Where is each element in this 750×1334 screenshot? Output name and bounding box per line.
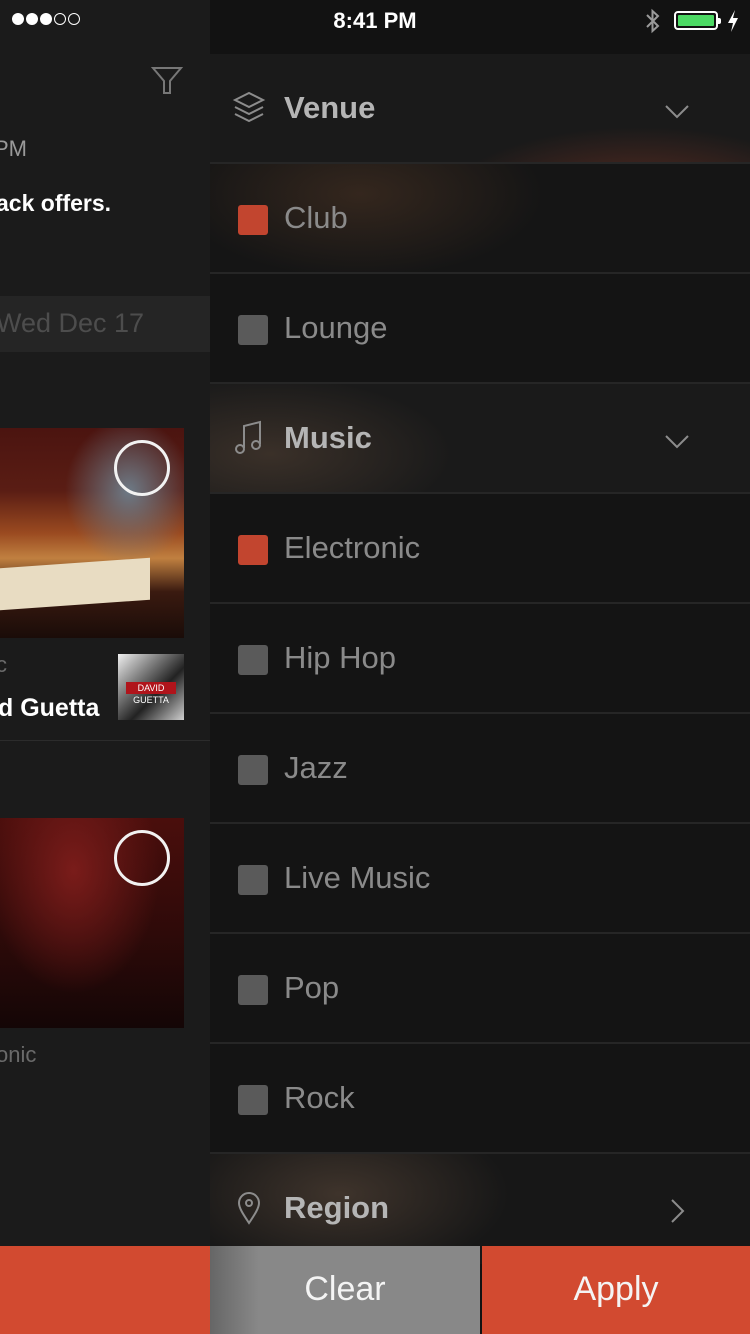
chevron-down-icon[interactable] xyxy=(664,428,690,454)
filter-option-lounge[interactable]: Lounge xyxy=(210,274,750,384)
checkbox[interactable] xyxy=(238,865,268,895)
artist-thumbnail[interactable]: DAVID GUETTA xyxy=(118,654,184,720)
bluetooth-icon xyxy=(646,8,660,34)
location-pin-icon xyxy=(237,1192,261,1225)
filter-option-rock[interactable]: Rock xyxy=(210,1044,750,1154)
checkbox[interactable] xyxy=(238,975,268,1005)
status-bar: 8:41 PM xyxy=(0,0,750,40)
filter-icon[interactable] xyxy=(150,64,184,98)
chevron-right-icon[interactable] xyxy=(664,1198,690,1224)
feed-footer-bar xyxy=(0,1246,210,1334)
apply-button[interactable]: Apply xyxy=(482,1246,750,1334)
date-section-header: Wed Dec 17 xyxy=(0,296,210,352)
select-circle-icon[interactable] xyxy=(114,440,170,496)
option-label: Electronic xyxy=(284,530,421,565)
section-title: Music xyxy=(284,420,372,455)
checkbox[interactable] xyxy=(238,535,268,565)
filter-option-club[interactable]: Club xyxy=(210,164,750,274)
venue-photo-detail xyxy=(0,557,150,611)
event-genre: onic xyxy=(0,1042,37,1067)
event-time-text: PM xyxy=(0,136,27,161)
event-genre: c xyxy=(0,652,7,677)
select-circle-icon[interactable] xyxy=(114,830,170,886)
music-note-icon xyxy=(235,420,261,454)
filter-option-electronic[interactable]: Electronic xyxy=(210,494,750,604)
event-artist[interactable]: d Guetta xyxy=(0,694,99,723)
option-label: Lounge xyxy=(284,310,388,345)
filter-option-jazz[interactable]: Jazz xyxy=(210,714,750,824)
section-header-venue[interactable]: Venue xyxy=(210,54,750,164)
filter-option-hip-hop[interactable]: Hip Hop xyxy=(210,604,750,714)
venue-photo[interactable] xyxy=(0,428,184,638)
filter-option-pop[interactable]: Pop xyxy=(210,934,750,1044)
layers-icon xyxy=(232,91,266,123)
battery-fill xyxy=(678,15,714,26)
venue-photo[interactable] xyxy=(0,818,184,1028)
offers-text: ack offers. xyxy=(0,190,112,216)
section-header-music[interactable]: Music xyxy=(210,384,750,494)
status-time: 8:41 PM xyxy=(333,8,417,33)
battery-icon xyxy=(674,11,721,30)
chevron-down-icon[interactable] xyxy=(664,98,690,124)
option-label: Pop xyxy=(284,970,340,1005)
filter-panel: Venue Club Lounge Music Electronic Hip H… xyxy=(210,0,750,1334)
section-title: Venue xyxy=(284,90,376,125)
event-feed: PM ack offers. Wed Dec 17 c d Guetta DAV… xyxy=(0,0,210,1334)
divider xyxy=(0,740,210,741)
thumbnail-label: DAVID GUETTA xyxy=(126,682,176,705)
option-label: Club xyxy=(284,200,348,235)
battery-nub xyxy=(718,18,721,24)
option-label: Hip Hop xyxy=(284,640,396,675)
charging-bolt-icon xyxy=(728,10,738,32)
checkbox[interactable] xyxy=(238,315,268,345)
option-label: Rock xyxy=(284,1080,355,1115)
checkbox[interactable] xyxy=(238,645,268,675)
filter-option-live-music[interactable]: Live Music xyxy=(210,824,750,934)
clear-button[interactable]: Clear xyxy=(210,1246,480,1334)
checkbox[interactable] xyxy=(238,1085,268,1115)
date-label: Wed Dec 17 xyxy=(0,308,145,338)
option-label: Jazz xyxy=(284,750,348,785)
checkbox[interactable] xyxy=(238,755,268,785)
option-label: Live Music xyxy=(284,860,431,895)
checkbox[interactable] xyxy=(238,205,268,235)
